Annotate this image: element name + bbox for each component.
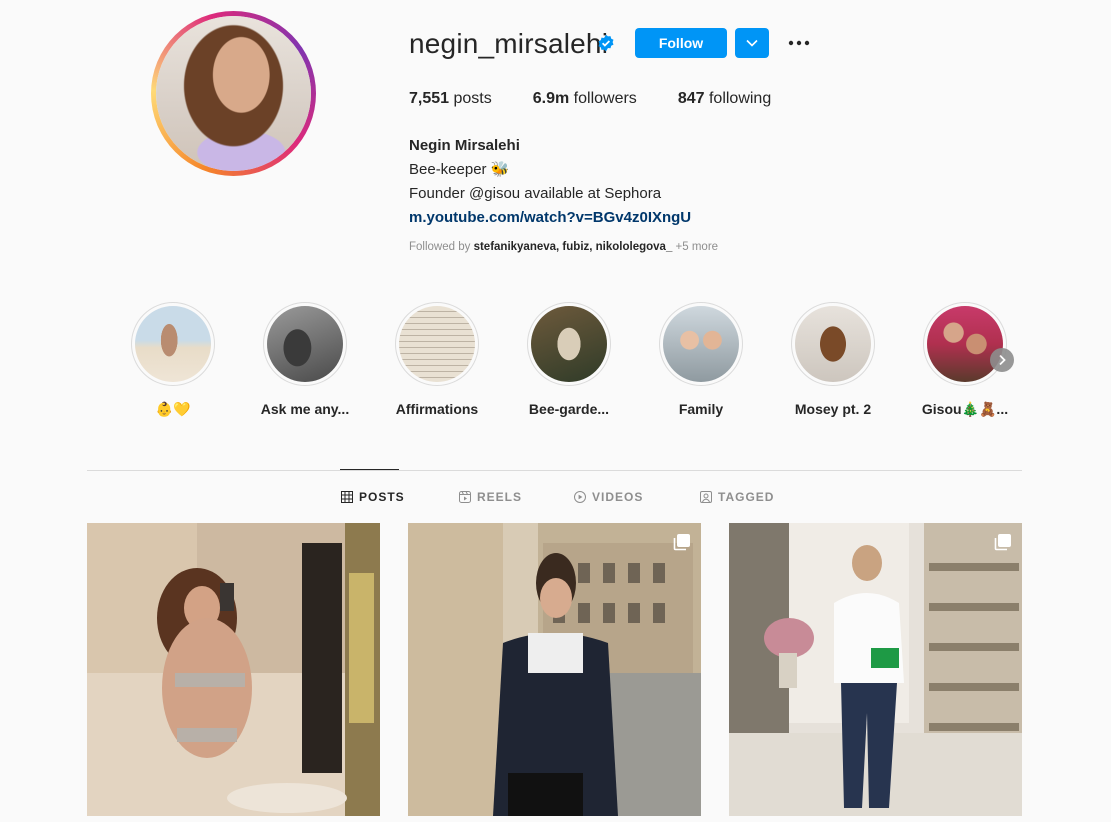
more-dots-icon	[788, 40, 810, 46]
suggested-dropdown-button[interactable]	[735, 28, 769, 58]
grid-icon	[341, 491, 353, 503]
more-options-button[interactable]	[786, 30, 812, 56]
tab-tagged[interactable]: TAGGED	[700, 490, 774, 504]
verified-badge-icon	[598, 34, 614, 52]
play-icon	[574, 491, 586, 503]
tab-videos[interactable]: VIDEOS	[574, 490, 643, 504]
highlight-item[interactable]: Affirmations	[392, 302, 482, 417]
highlight-item[interactable]: 👶💛	[128, 302, 218, 418]
posts-stat: 7,551 posts	[409, 90, 492, 107]
post-thumbnail[interactable]	[729, 523, 1022, 816]
highlight-item[interactable]: Ask me any...	[260, 302, 350, 417]
tab-reels[interactable]: REELS	[459, 490, 522, 504]
post-image	[729, 523, 1022, 816]
post-image	[87, 523, 380, 816]
highlight-item[interactable]: Family	[656, 302, 746, 417]
chevron-down-icon	[746, 39, 758, 47]
avatar-image	[156, 16, 311, 171]
profile-tabs: POSTS REELS VIDEOS TAGGED	[0, 490, 1111, 508]
highlights-next-button[interactable]	[990, 348, 1014, 372]
profile-username: negin_mirsalehi	[409, 28, 609, 59]
post-image	[408, 523, 701, 816]
highlight-cover	[795, 306, 871, 382]
highlight-cover	[927, 306, 1003, 382]
highlight-item[interactable]: Bee-garde...	[524, 302, 614, 417]
tagged-icon	[700, 491, 712, 503]
post-thumbnail[interactable]	[87, 523, 380, 816]
story-highlights: 👶💛 Ask me any... Affirmations Bee-garde.…	[128, 302, 1028, 432]
bio-line: Bee-keeper 🐝	[409, 161, 510, 178]
profile-stats: 7,551 posts 6.9m followers 847 following	[409, 90, 812, 108]
profile-avatar[interactable]	[151, 11, 316, 176]
bio-link[interactable]: m.youtube.com/watch?v=BGv4z0IXngU	[409, 206, 691, 230]
follow-button[interactable]: Follow	[635, 28, 727, 58]
multiple-photos-icon	[673, 534, 690, 551]
highlight-cover	[531, 306, 607, 382]
highlight-cover	[135, 306, 211, 382]
followers-stat[interactable]: 6.9m followers	[533, 90, 637, 108]
chevron-right-icon	[999, 354, 1006, 366]
bio-line: Founder @gisou available at Sephora	[409, 185, 662, 202]
highlight-cover	[399, 306, 475, 382]
active-tab-indicator	[340, 469, 399, 470]
followed-by[interactable]: Followed by stefanikyaneva, fubiz, nikol…	[409, 241, 718, 253]
following-stat[interactable]: 847 following	[678, 90, 771, 108]
tabs-divider	[87, 470, 1022, 471]
post-thumbnail[interactable]	[408, 523, 701, 816]
reels-icon	[459, 491, 471, 503]
followed-by-more: +5 more	[675, 241, 719, 253]
profile-bio: Negin Mirsalehi Bee-keeper 🐝 Founder @gi…	[409, 134, 691, 230]
highlight-cover	[663, 306, 739, 382]
profile-full-name: Negin Mirsalehi	[409, 137, 520, 154]
highlight-cover	[267, 306, 343, 382]
followed-by-names: stefanikyaneva, fubiz, nikololegova_	[473, 241, 673, 253]
highlight-item[interactable]: Mosey pt. 2	[788, 302, 878, 417]
multiple-photos-icon	[994, 534, 1011, 551]
tab-posts[interactable]: POSTS	[341, 490, 405, 504]
